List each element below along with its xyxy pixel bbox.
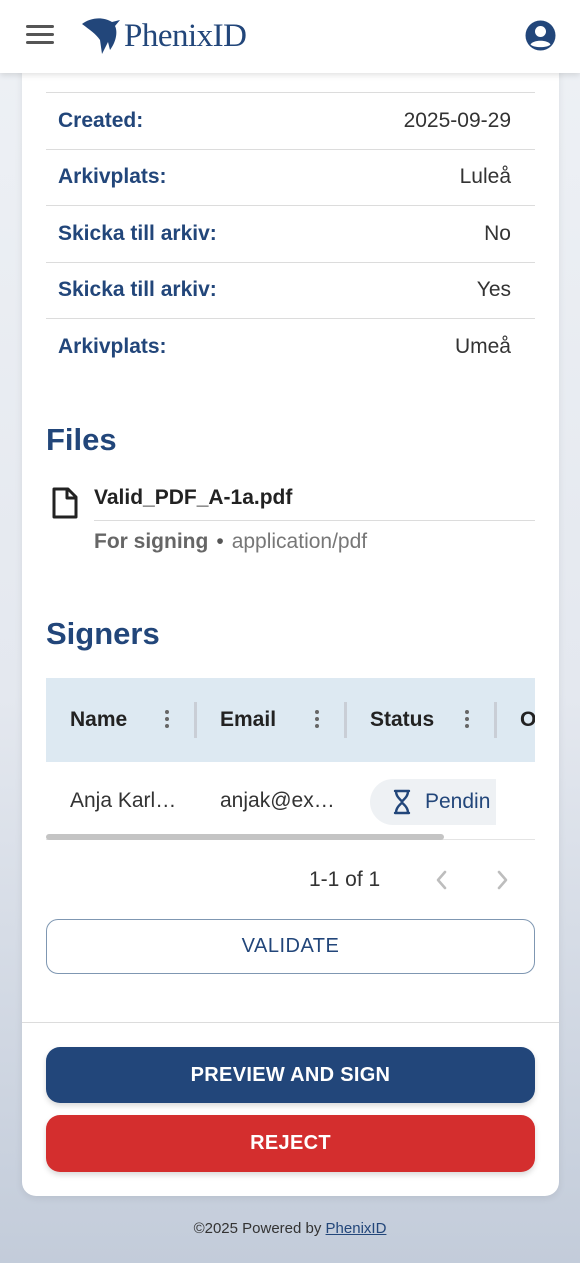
signer-email: anjak@ex… bbox=[220, 789, 335, 812]
column-header-name[interactable]: Name bbox=[70, 678, 127, 762]
signers-heading: Signers bbox=[46, 616, 160, 651]
pagination: 1-1 of 1 bbox=[46, 860, 535, 900]
status-text: Pendin bbox=[425, 790, 491, 813]
file-icon bbox=[52, 487, 78, 519]
column-separator[interactable] bbox=[494, 702, 497, 738]
metadata-row: Arkivplats: Luleå bbox=[46, 148, 535, 206]
column-header-status[interactable]: Status bbox=[370, 678, 434, 762]
divider bbox=[94, 520, 535, 521]
grid-header: Name Email Status O bbox=[46, 678, 535, 762]
signers-grid: Name Email Status O Anja Karl… anjak@ex…… bbox=[46, 678, 535, 840]
validate-button[interactable]: VALIDATE bbox=[46, 919, 535, 974]
file-name: Valid_PDF_A-1a.pdf bbox=[94, 486, 293, 509]
brand-name: PhenixID bbox=[124, 17, 247, 54]
metadata-row: Created: 2025-09-29 bbox=[46, 92, 535, 149]
metadata-row: Arkivplats: Umeå bbox=[46, 318, 535, 375]
metadata-value: Umeå bbox=[454, 334, 511, 358]
file-meta: For signing • application/pdf bbox=[94, 530, 367, 554]
file-purpose: For signing bbox=[94, 530, 209, 553]
footer-text: ©2025 Powered by bbox=[193, 1220, 322, 1237]
reject-button[interactable]: REJECT bbox=[46, 1115, 535, 1172]
metadata-value: Yes bbox=[476, 278, 511, 302]
signer-name: Anja Karl… bbox=[70, 789, 177, 812]
files-heading: Files bbox=[46, 422, 117, 457]
account-circle-icon[interactable] bbox=[524, 19, 557, 52]
metadata-value: Luleå bbox=[459, 165, 511, 189]
column-header-overflow[interactable]: O bbox=[520, 678, 535, 762]
chevron-left-icon[interactable] bbox=[428, 866, 456, 894]
horizontal-scrollbar[interactable] bbox=[46, 834, 444, 840]
column-separator[interactable] bbox=[344, 702, 347, 738]
column-menu-icon[interactable] bbox=[314, 710, 320, 730]
pagination-text: 1-1 of 1 bbox=[309, 868, 381, 891]
brand-logo[interactable]: PhenixID bbox=[82, 14, 247, 58]
metadata-label: Skicka till arkiv: bbox=[58, 278, 217, 302]
metadata-value: 2025-09-29 bbox=[403, 108, 511, 132]
metadata-table: Created: 2025-09-29 Arkivplats: Luleå Sk… bbox=[46, 92, 535, 375]
file-list-item[interactable]: Valid_PDF_A-1a.pdf For signing • applicati… bbox=[46, 482, 535, 562]
footer-link[interactable]: PhenixID bbox=[326, 1220, 387, 1237]
metadata-label: Arkivplats: bbox=[58, 165, 167, 189]
preview-and-sign-button[interactable]: PREVIEW AND SIGN bbox=[46, 1047, 535, 1103]
separator: • bbox=[216, 530, 224, 553]
phoenix-bird-icon bbox=[82, 18, 120, 54]
hourglass-icon bbox=[393, 789, 411, 815]
chevron-right-icon[interactable] bbox=[488, 866, 516, 894]
metadata-row: Skicka till arkiv: No bbox=[46, 205, 535, 262]
column-separator[interactable] bbox=[194, 702, 197, 738]
metadata-label: Skicka till arkiv: bbox=[58, 221, 217, 245]
column-menu-icon[interactable] bbox=[164, 710, 170, 730]
column-header-email[interactable]: Email bbox=[220, 678, 276, 762]
table-row[interactable]: Anja Karl… anjak@ex… Pendin bbox=[46, 762, 535, 840]
document-card: Created: 2025-09-29 Arkivplats: Luleå Sk… bbox=[22, 60, 559, 1196]
column-menu-icon[interactable] bbox=[464, 710, 470, 730]
file-mime-type: application/pdf bbox=[231, 530, 368, 553]
metadata-value: No bbox=[484, 221, 511, 245]
metadata-label: Created: bbox=[58, 108, 144, 132]
footer: ©2025 Powered by PhenixID bbox=[0, 1220, 580, 1237]
app-header: PhenixID bbox=[0, 0, 580, 73]
metadata-row: Skicka till arkiv: Yes bbox=[46, 261, 535, 319]
divider bbox=[22, 1022, 559, 1023]
hamburger-menu-icon[interactable] bbox=[26, 25, 54, 47]
metadata-label: Arkivplats: bbox=[58, 334, 167, 358]
status-badge: Pendin bbox=[370, 779, 496, 825]
